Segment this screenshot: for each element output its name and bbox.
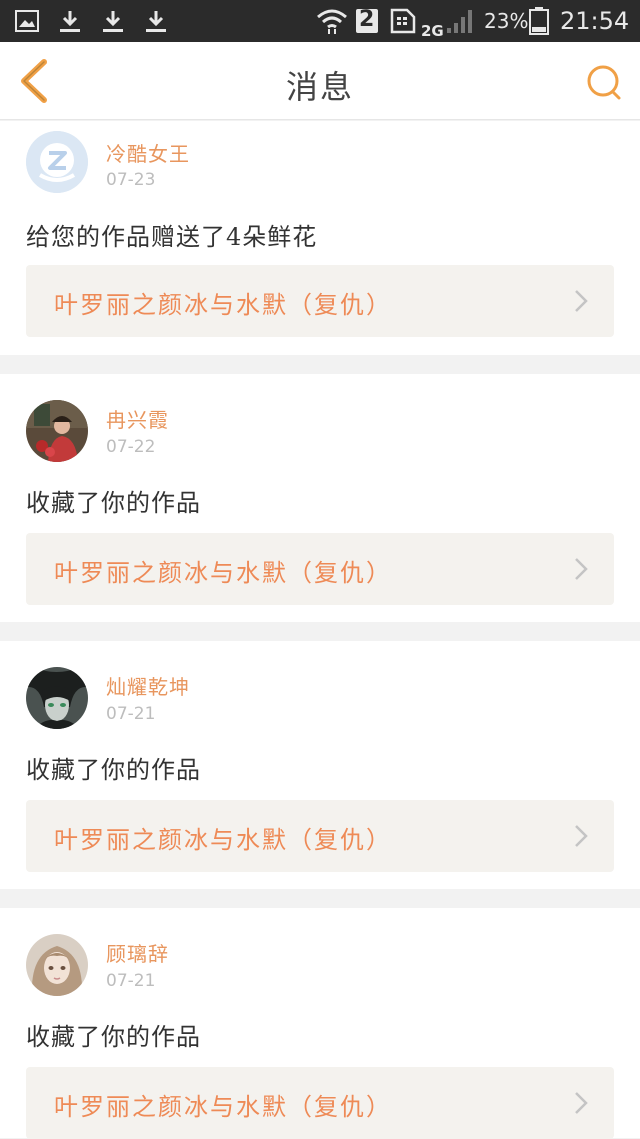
signal-icon bbox=[446, 8, 474, 34]
message-text: 收藏了你的作品 bbox=[26, 489, 201, 517]
clock: 21:54 bbox=[560, 7, 630, 35]
anime-avatar bbox=[26, 667, 88, 729]
image-icon bbox=[14, 8, 40, 34]
message-date: 07-21 bbox=[106, 971, 156, 991]
battery-percent: 23% bbox=[484, 9, 529, 33]
avatar[interactable] bbox=[26, 934, 88, 996]
message-text: 收藏了你的作品 bbox=[26, 756, 201, 784]
work-link[interactable]: 叶罗丽之颜冰与水默（复仇） bbox=[26, 533, 614, 605]
message-text: 给您的作品赠送了4朵鲜花 bbox=[26, 223, 318, 251]
work-title: 叶罗丽之颜冰与水默（复仇） bbox=[54, 1093, 392, 1121]
chevron-right-icon bbox=[575, 290, 588, 312]
anime-girl-avatar bbox=[26, 934, 88, 996]
username[interactable]: 顾璃辞 bbox=[106, 938, 169, 967]
work-title: 叶罗丽之颜冰与水默（复仇） bbox=[54, 559, 392, 587]
top-nav-bar: 消息 bbox=[0, 42, 640, 120]
message-card: 冉兴霞 07-22 收藏了你的作品 叶罗丽之颜冰与水默（复仇） bbox=[0, 374, 640, 622]
battery-icon bbox=[528, 7, 550, 35]
chevron-right-icon bbox=[575, 825, 588, 847]
message-date: 07-23 bbox=[106, 170, 156, 190]
work-link[interactable]: 叶罗丽之颜冰与水默（复仇） bbox=[26, 800, 614, 872]
sim-icon: 2 bbox=[354, 7, 380, 34]
page-title: 消息 bbox=[285, 68, 354, 106]
wifi-icon bbox=[316, 8, 348, 34]
message-card: 顾璃辞 07-21 收藏了你的作品 叶罗丽之颜冰与水默（复仇） bbox=[0, 908, 640, 1139]
chevron-right-icon bbox=[575, 1092, 588, 1114]
username[interactable]: 灿耀乾坤 bbox=[106, 671, 190, 700]
message-card: 冷酷女王 07-23 给您的作品赠送了4朵鲜花 叶罗丽之颜冰与水默（复仇） bbox=[0, 121, 640, 355]
status-bar: 2 2G 23% 21:54 bbox=[0, 0, 640, 42]
username[interactable]: 冉兴霞 bbox=[106, 404, 169, 433]
work-link[interactable]: 叶罗丽之颜冰与水默（复仇） bbox=[26, 1067, 614, 1139]
avatar[interactable] bbox=[26, 667, 88, 729]
avatar[interactable] bbox=[26, 400, 88, 462]
download-icon bbox=[101, 8, 125, 34]
search-icon bbox=[587, 65, 621, 100]
sim-slot-label: 2 bbox=[359, 7, 375, 32]
message-date: 07-21 bbox=[106, 704, 156, 724]
sim-card-icon bbox=[390, 8, 416, 34]
user-photo-avatar bbox=[26, 400, 88, 462]
default-avatar-icon bbox=[26, 131, 88, 193]
chevron-right-icon bbox=[575, 558, 588, 580]
work-title: 叶罗丽之颜冰与水默（复仇） bbox=[54, 291, 392, 319]
download-icon bbox=[58, 8, 82, 34]
work-link[interactable]: 叶罗丽之颜冰与水默（复仇） bbox=[26, 265, 614, 337]
download-icon bbox=[144, 8, 168, 34]
work-title: 叶罗丽之颜冰与水默（复仇） bbox=[54, 826, 392, 854]
search-button[interactable] bbox=[584, 62, 626, 104]
avatar[interactable] bbox=[26, 131, 88, 193]
network-type: 2G bbox=[421, 22, 444, 40]
username[interactable]: 冷酷女王 bbox=[106, 138, 190, 167]
message-date: 07-22 bbox=[106, 437, 156, 457]
message-text: 收藏了你的作品 bbox=[26, 1023, 201, 1051]
message-card: 灿耀乾坤 07-21 收藏了你的作品 叶罗丽之颜冰与水默（复仇） bbox=[0, 641, 640, 889]
